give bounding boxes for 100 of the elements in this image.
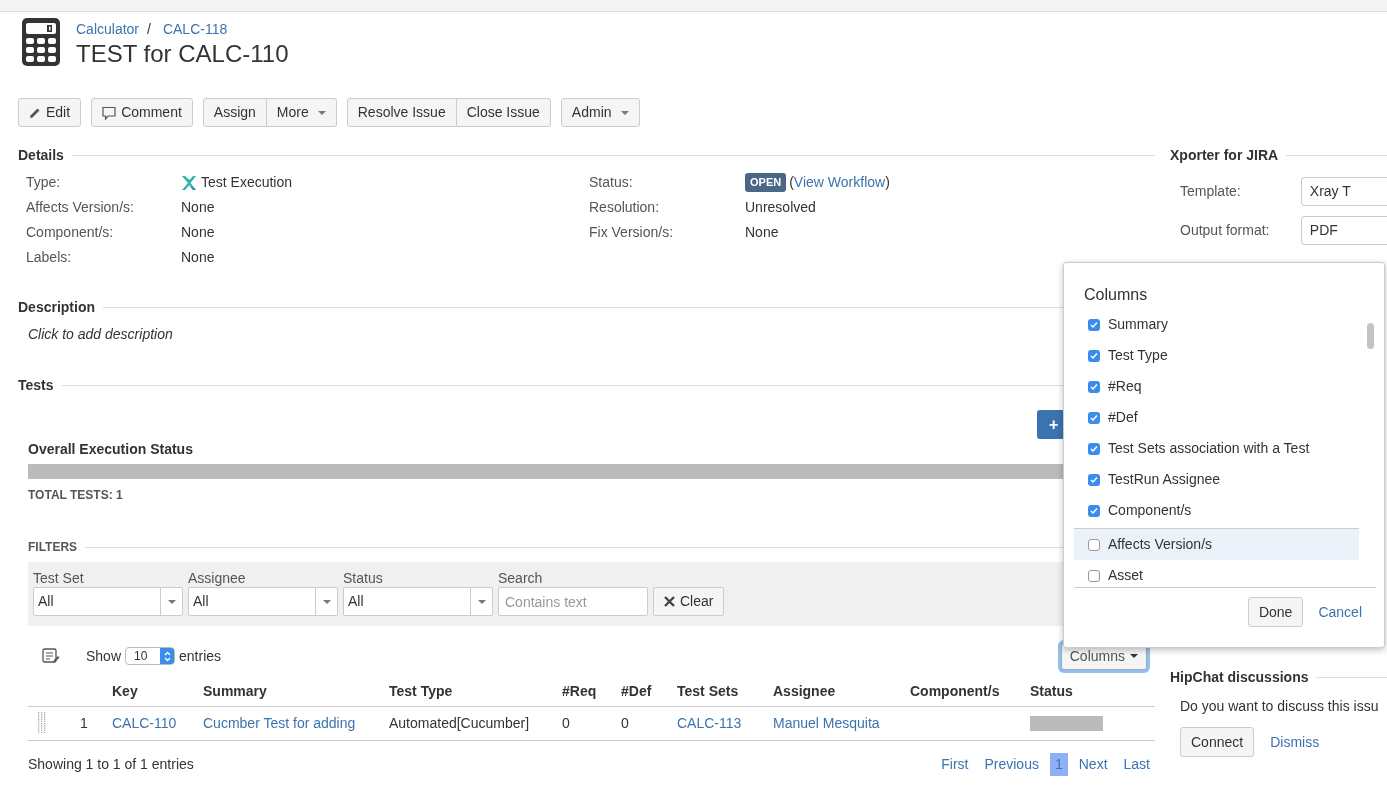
column-option[interactable]: Test Type [1074,340,1359,371]
filters-heading: FILTERS [28,539,78,556]
select-field[interactable]: PDF [1300,216,1387,245]
caret-icon [1130,654,1138,658]
scrollbar-thumb[interactable] [1367,323,1374,349]
breadcrumb-link[interactable]: Calculator [76,20,140,38]
workflow-link[interactable]: View Workflow [793,172,886,193]
table-link[interactable]: CALC-110 [112,714,177,731]
table-link[interactable]: Manuel Mesquita [773,714,880,731]
description-placeholder[interactable]: Click to add description [28,324,173,345]
checkbox[interactable] [1088,569,1100,582]
field-label: Type: [26,173,62,192]
filter-label: Assignee [188,570,247,587]
pagination-link[interactable]: Next [1073,752,1113,776]
table-link[interactable]: CALC-113 [677,714,742,731]
toolbar-button[interactable]: Assign [202,98,267,127]
checkbox[interactable] [1088,473,1100,486]
column-header: #Req [562,683,597,700]
field-label: Fix Version/s: [589,223,675,242]
column-header: Summary [203,683,267,700]
field-label: Template: [1180,182,1242,201]
speech-bubble-icon [102,105,117,120]
field-label: Output format: [1180,221,1271,240]
filter-dropdown[interactable]: All [343,587,493,616]
test-execution-icon [181,174,197,191]
table-link[interactable]: Cucmber Test for adding [203,714,356,731]
checkbox[interactable] [1088,411,1100,424]
column-option[interactable]: #Req [1074,371,1359,402]
toolbar-button[interactable]: Admin [560,98,640,127]
checkbox[interactable] [1088,380,1100,393]
stepper-icon [163,650,171,662]
checkbox[interactable] [1088,318,1100,331]
caret-icon [322,599,331,604]
section-heading: Tests [18,376,54,395]
checkbox[interactable] [1088,538,1100,551]
column-header: Key [112,683,138,700]
search-field[interactable]: Contains text [498,587,648,616]
filter-label: Status [343,570,384,587]
caret-icon [317,110,326,115]
column-option[interactable]: #Def [1074,402,1359,433]
caret-icon [477,599,486,604]
field-value: Unresolved [745,198,816,217]
field-value: Test Execution [201,173,293,192]
field-value: None [181,248,215,267]
issue-title: TEST for CALC-110 [76,39,289,69]
pencil-icon [29,106,41,119]
close-icon [664,596,675,607]
field-label: Affects Version/s: [26,198,135,217]
column-header: Test Sets [677,683,739,700]
field-value: None [181,198,215,217]
field-label: Labels: [26,248,73,267]
section-heading: Description [18,298,95,317]
pagination-link[interactable]: Last [1118,752,1155,776]
field-label: Resolution: [589,198,661,217]
toolbar-button[interactable]: Close Issue [456,98,551,127]
filter-dropdown[interactable]: All [188,587,338,616]
section-heading: Details [18,146,64,165]
done-button[interactable]: Done [1247,597,1304,627]
column-header: Status [1030,683,1073,700]
column-header: Assignee [773,683,836,700]
checkbox[interactable] [1088,349,1100,362]
filter-dropdown[interactable]: All [33,587,183,616]
column-header: Test Type [389,683,453,700]
column-option[interactable]: Asset [1074,560,1359,587]
section-heading: Overall Execution Status [28,440,193,459]
table-cell: Automated[Cucumber] [389,714,530,731]
filter-label: Search [498,570,544,587]
pagination-link[interactable]: First [936,752,974,776]
toolbar-button[interactable]: Edit [18,98,82,127]
column-option[interactable]: Component/s [1074,495,1359,526]
toolbar-button[interactable]: More [266,98,337,127]
field-value: None [745,223,779,242]
column-option[interactable]: Affects Version/s [1074,529,1359,560]
show-label: Show [86,646,122,666]
section-heading: Xporter for JIRA [1170,146,1279,165]
column-header: #Def [621,683,652,700]
clear-button[interactable]: Clear [653,587,725,616]
field-label: Status: [589,173,634,192]
drag-handle-icon[interactable] [38,712,47,735]
caret-icon [167,599,176,604]
cancel-link[interactable]: Cancel [1318,601,1362,623]
row-number: 1 [80,714,88,731]
pagination-link[interactable]: Previous [979,752,1044,776]
page-size-select[interactable]: 10 [125,647,176,665]
select-field[interactable]: Xray T [1300,177,1387,206]
checkbox[interactable] [1088,504,1100,517]
toolbar-button[interactable]: Comment [91,98,193,127]
hipchat-message: Do you want to discuss this issu [1180,697,1380,716]
column-header: Component/s [910,683,1000,700]
edit-list-icon[interactable] [42,648,60,664]
entries-label: entries [179,646,222,666]
popup-title: Columns [1084,285,1149,305]
checkbox[interactable] [1088,442,1100,455]
column-option[interactable]: Test Sets association with a Test [1074,433,1359,464]
breadcrumb-link[interactable]: CALC-118 [162,20,228,38]
column-option[interactable]: TestRun Assignee [1074,464,1359,495]
dismiss-link[interactable]: Dismiss [1270,731,1320,753]
toolbar-button[interactable]: Resolve Issue [346,98,457,127]
column-option[interactable]: Summary [1074,313,1359,340]
connect-button[interactable]: Connect [1180,727,1255,757]
